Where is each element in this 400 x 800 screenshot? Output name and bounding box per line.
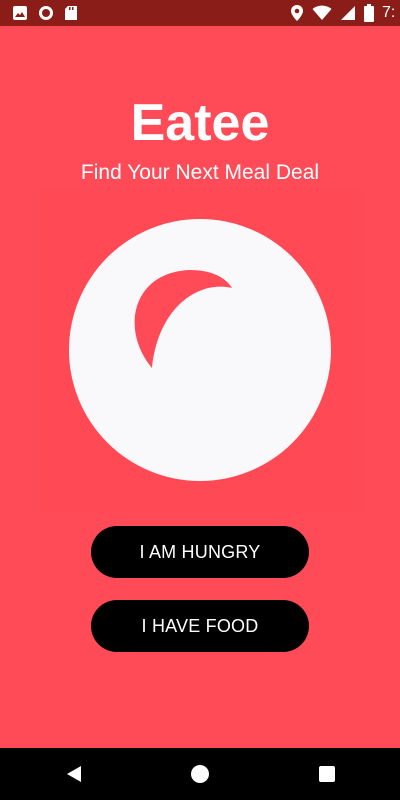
home-circle-icon[interactable] xyxy=(190,764,210,784)
status-bar-system: 7: xyxy=(290,3,400,23)
app-title: Eatee xyxy=(130,94,270,152)
sd-card-icon xyxy=(64,5,78,21)
status-time: 7: xyxy=(382,4,396,21)
sync-circle-icon xyxy=(38,5,54,21)
app-subtitle: Find Your Next Meal Deal xyxy=(80,161,320,184)
status-bar: 7: xyxy=(0,0,400,26)
wifi-icon xyxy=(312,5,332,21)
recents-square-icon[interactable] xyxy=(317,764,337,784)
navigation-bar xyxy=(0,748,400,800)
back-triangle-icon[interactable] xyxy=(64,764,84,784)
eatee-logo-icon xyxy=(40,190,362,512)
i-have-food-button[interactable]: I HAVE FOOD xyxy=(91,600,309,652)
signal-icon xyxy=(340,5,356,21)
i-am-hungry-button[interactable]: I AM HUNGRY xyxy=(91,526,309,578)
app-screen: 7: Eatee Find Your Next Meal Deal I AM H… xyxy=(0,0,400,800)
battery-icon xyxy=(364,4,374,22)
image-icon xyxy=(12,5,28,21)
status-bar-notifications xyxy=(12,5,78,21)
location-pin-icon xyxy=(290,4,304,22)
